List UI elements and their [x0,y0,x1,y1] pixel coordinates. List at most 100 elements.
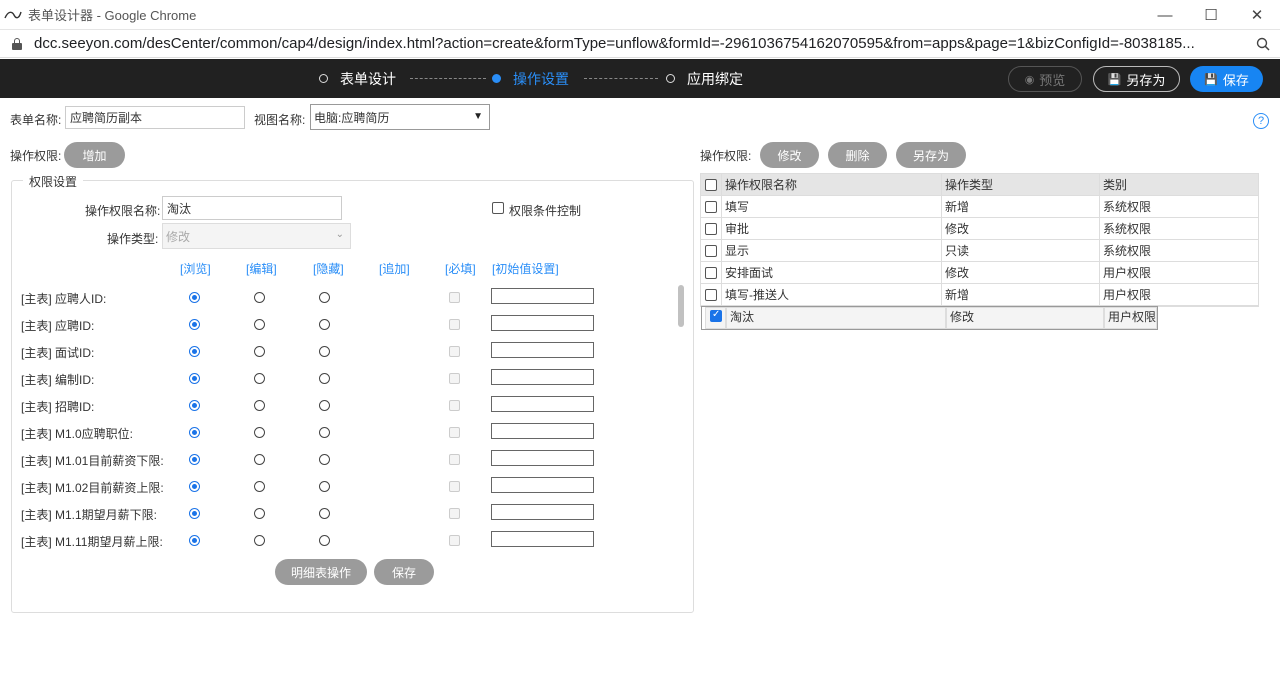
row-checkbox[interactable] [705,245,717,257]
hide-radio[interactable] [319,454,330,465]
edit-radio[interactable] [254,481,265,492]
required-checkbox[interactable] [449,481,460,492]
cell-category: 用户权限 [1099,283,1259,306]
help-icon[interactable]: ? [1253,113,1269,129]
required-checkbox[interactable] [449,373,460,384]
view-name-select[interactable]: 电脑:应聘简历 ▼ [310,104,490,130]
initial-value-input[interactable] [491,315,594,331]
condition-control-checkbox[interactable] [492,202,504,214]
initial-value-input[interactable] [491,531,594,547]
browse-radio[interactable] [189,454,200,465]
perm-name-input[interactable]: 淘汰 [162,196,342,220]
permission-save-button[interactable]: 保存 [374,559,434,585]
edit-radio[interactable] [254,346,265,357]
edit-radio[interactable] [254,535,265,546]
required-checkbox[interactable] [449,454,460,465]
browse-radio[interactable] [189,373,200,384]
zoom-icon[interactable] [1256,37,1270,51]
form-name-input[interactable]: 应聘简历副本 [65,106,245,129]
required-checkbox[interactable] [449,292,460,303]
initial-value-input[interactable] [491,288,594,304]
required-checkbox[interactable] [449,535,460,546]
add-button[interactable]: 增加 [64,142,125,168]
initial-value-input[interactable] [491,423,594,439]
edit-radio[interactable] [254,373,265,384]
table-row[interactable]: 安排面试 修改 用户权限 [700,261,1259,284]
hide-radio[interactable] [319,427,330,438]
hide-radio[interactable] [319,373,330,384]
browse-radio[interactable] [189,427,200,438]
row-checkbox[interactable] [705,289,717,301]
field-label: [主表] 招聘ID: [21,400,95,414]
browse-radio[interactable] [189,481,200,492]
col-initial-value[interactable]: [初始值设置] [492,260,559,277]
edit-radio[interactable] [254,508,265,519]
step-form-design[interactable]: 表单设计 [319,59,396,98]
cell-perm-name: 安排面试 [721,261,942,284]
required-checkbox[interactable] [449,508,460,519]
edit-radio[interactable] [254,427,265,438]
detail-table-operation-button[interactable]: 明细表操作 [275,559,367,585]
row-checkbox[interactable] [705,201,717,213]
initial-value-input[interactable] [491,342,594,358]
fields-scrollbar[interactable] [678,283,684,546]
initial-value-input[interactable] [491,504,594,520]
step-app-binding[interactable]: 应用绑定 [666,59,743,98]
table-row[interactable]: 填写-推送人 新增 用户权限 [700,283,1259,306]
row-checkbox-checked[interactable] [710,309,722,322]
required-checkbox[interactable] [449,319,460,330]
browse-radio[interactable] [189,535,200,546]
required-checkbox[interactable] [449,427,460,438]
hide-radio[interactable] [319,508,330,519]
row-checkbox[interactable] [705,223,717,235]
initial-value-input[interactable] [491,396,594,412]
browse-radio[interactable] [189,346,200,357]
hide-radio[interactable] [319,292,330,303]
url-text[interactable]: dcc.seeyon.com/desCenter/common/cap4/des… [34,35,1259,52]
preview-label: 预览 [1039,72,1066,88]
minimize-icon[interactable]: — [1142,0,1188,30]
modify-button[interactable]: 修改 [760,142,819,168]
hide-radio[interactable] [319,400,330,411]
col-edit[interactable]: [编辑] [246,260,277,277]
hide-radio[interactable] [319,535,330,546]
cell-op-type: 修改 [941,217,1100,240]
col-append[interactable]: [追加] [379,260,410,277]
save-as-button[interactable]: 💾 另存为 [1093,66,1180,92]
col-browse[interactable]: [浏览] [180,260,211,277]
table-row[interactable]: 审批 修改 系统权限 [700,217,1259,240]
scrollbar-thumb[interactable] [678,285,684,327]
row-checkbox[interactable] [705,267,717,279]
hide-radio[interactable] [319,319,330,330]
table-row-selected[interactable]: 淘汰 修改 用户权限 [701,306,1159,330]
table-row[interactable]: 显示 只读 系统权限 [700,239,1259,262]
select-all-checkbox[interactable] [705,179,717,191]
save-button[interactable]: 💾 保存 [1190,66,1263,92]
browse-radio[interactable] [189,508,200,519]
col-required[interactable]: [必填] [445,260,476,277]
browse-radio[interactable] [189,292,200,303]
right-save-as-button[interactable]: 另存为 [896,142,966,168]
edit-radio[interactable] [254,400,265,411]
browse-radio[interactable] [189,400,200,411]
initial-value-input[interactable] [491,450,594,466]
table-row[interactable]: 填写 新增 系统权限 [700,195,1259,218]
delete-button[interactable]: 删除 [828,142,887,168]
address-bar[interactable]: dcc.seeyon.com/desCenter/common/cap4/des… [0,30,1280,58]
step-operation-settings[interactable]: 操作设置 [492,59,569,98]
initial-value-input[interactable] [491,369,594,385]
edit-radio[interactable] [254,454,265,465]
col-hide[interactable]: [隐藏] [313,260,344,277]
hide-radio[interactable] [319,346,330,357]
op-type-select[interactable]: 修改 ⌄ [162,223,351,249]
required-checkbox[interactable] [449,346,460,357]
preview-button[interactable]: ◉ 预览 [1008,66,1082,92]
maximize-icon[interactable]: ☐ [1188,0,1234,30]
browse-radio[interactable] [189,319,200,330]
required-checkbox[interactable] [449,400,460,411]
edit-radio[interactable] [254,319,265,330]
initial-value-input[interactable] [491,477,594,493]
hide-radio[interactable] [319,481,330,492]
close-icon[interactable]: ✕ [1234,0,1280,30]
edit-radio[interactable] [254,292,265,303]
